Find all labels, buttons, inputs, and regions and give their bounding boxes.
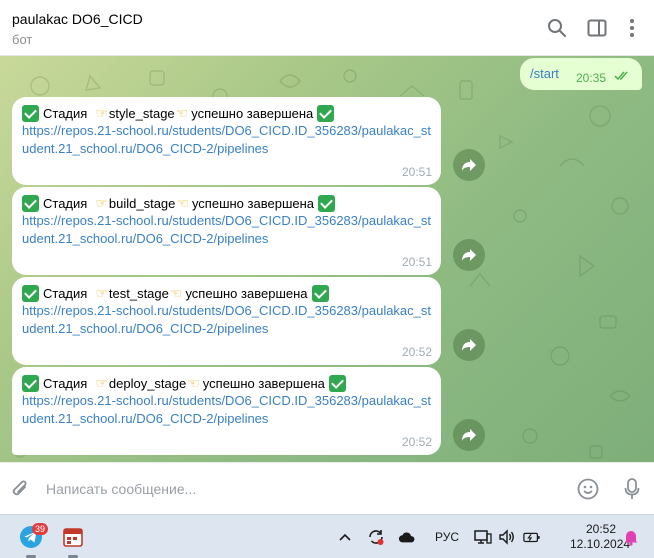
chat-messages-area[interactable]: /start 20:35 Стадия ☞ style_stage ☜ успе… (0, 56, 654, 462)
forward-button[interactable] (453, 149, 485, 181)
search-icon[interactable] (545, 16, 569, 40)
check-mark-icon (311, 284, 329, 302)
pointing-right-icon: ☞ (95, 374, 108, 391)
forward-arrow-icon (462, 249, 476, 261)
stage-name: build_stage (108, 195, 176, 211)
incoming-message[interactable]: Стадия ☞ style_stage ☜ успешно завершена… (12, 97, 441, 185)
pointing-left-icon: ☜ (175, 104, 189, 121)
check-mark-icon (22, 104, 39, 122)
chevron-up-icon[interactable] (336, 528, 354, 546)
more-vertical-icon[interactable] (620, 16, 644, 40)
chat-subtitle: бот (12, 32, 33, 47)
app-taskbar-icon[interactable] (58, 522, 88, 552)
pointing-left-icon: ☜ (187, 374, 200, 391)
forward-button[interactable] (453, 419, 485, 451)
message-input[interactable]: Написать сообщение... (46, 481, 196, 497)
battery-icon[interactable] (523, 528, 541, 546)
incoming-message[interactable]: Стадия ☞ test_stage ☜ успешно завершена … (12, 277, 441, 365)
pipeline-link[interactable]: https://repos.21-school.ru/students/DO6_… (22, 212, 432, 248)
message-text: Стадия ☞ build_stage ☜ успешно завершена (22, 194, 336, 212)
message-text[interactable]: /start (530, 66, 559, 81)
message-text: Стадия ☞ deploy_stage ☜ успешно завершен… (22, 374, 346, 392)
incoming-message[interactable]: Стадия ☞ deploy_stage ☜ успешно завершен… (12, 367, 441, 455)
os-taskbar: 39 РУС 20:52 12.10.2024 (0, 514, 654, 558)
forward-arrow-icon (462, 339, 476, 351)
sync-icon[interactable] (367, 528, 385, 546)
message-time: 20:35 (576, 71, 607, 85)
check-mark-icon (328, 374, 346, 392)
pointing-left-icon: ☜ (176, 194, 189, 211)
stage-name: style_stage (108, 105, 175, 121)
clock-date: 12.10.2024 (570, 537, 631, 551)
microphone-icon[interactable] (620, 477, 644, 501)
outgoing-message[interactable]: /start 20:35 (520, 58, 642, 90)
check-mark-icon (317, 104, 335, 122)
paperclip-icon[interactable] (8, 477, 32, 501)
clock-time: 20:52 (585, 522, 616, 536)
message-composer: Написать сообщение... (0, 462, 654, 514)
check-mark-icon (22, 194, 39, 212)
notification-bell-icon[interactable] (622, 528, 640, 546)
volume-icon[interactable] (498, 528, 516, 546)
message-text: Стадия ☞ test_stage ☜ успешно завершена (22, 284, 329, 302)
check-mark-icon (22, 374, 39, 392)
side-panel-icon[interactable] (585, 16, 609, 40)
clock[interactable]: 20:52 12.10.2024 (570, 522, 631, 552)
forward-button[interactable] (453, 329, 485, 361)
unread-badge: 39 (32, 523, 49, 535)
message-time: 20:51 (401, 165, 432, 179)
forward-arrow-icon (462, 429, 476, 441)
pipeline-link[interactable]: https://repos.21-school.ru/students/DO6_… (22, 392, 432, 428)
pointing-left-icon: ☜ (169, 284, 183, 301)
message-time: 20:52 (401, 435, 432, 449)
check-mark-icon (22, 284, 39, 302)
pipeline-link[interactable]: https://repos.21-school.ru/students/DO6_… (22, 122, 432, 158)
check-mark-icon (318, 194, 336, 212)
message-time: 20:51 (401, 255, 432, 269)
read-checkmarks-icon (614, 71, 628, 81)
chat-header: paulakac DO6_CICD бот (0, 0, 654, 56)
chat-title[interactable]: paulakac DO6_CICD (12, 11, 143, 27)
forward-arrow-icon (462, 159, 476, 171)
incoming-message[interactable]: Стадия ☞ build_stage ☜ успешно завершена… (12, 187, 441, 275)
emoji-icon[interactable] (576, 477, 600, 501)
stage-name: deploy_stage (108, 375, 187, 391)
network-icon[interactable] (474, 528, 492, 546)
stage-name: test_stage (108, 285, 169, 301)
pointing-right-icon: ☞ (95, 104, 108, 121)
forward-button[interactable] (453, 239, 485, 271)
message-text: Стадия ☞ style_stage ☜ успешно завершена (22, 104, 335, 122)
pointing-right-icon: ☞ (95, 194, 108, 211)
pointing-right-icon: ☞ (95, 284, 108, 301)
input-language[interactable]: РУС (435, 530, 459, 544)
cloud-icon[interactable] (398, 528, 416, 546)
pipeline-link[interactable]: https://repos.21-school.ru/students/DO6_… (22, 302, 432, 338)
message-time: 20:52 (401, 345, 432, 359)
